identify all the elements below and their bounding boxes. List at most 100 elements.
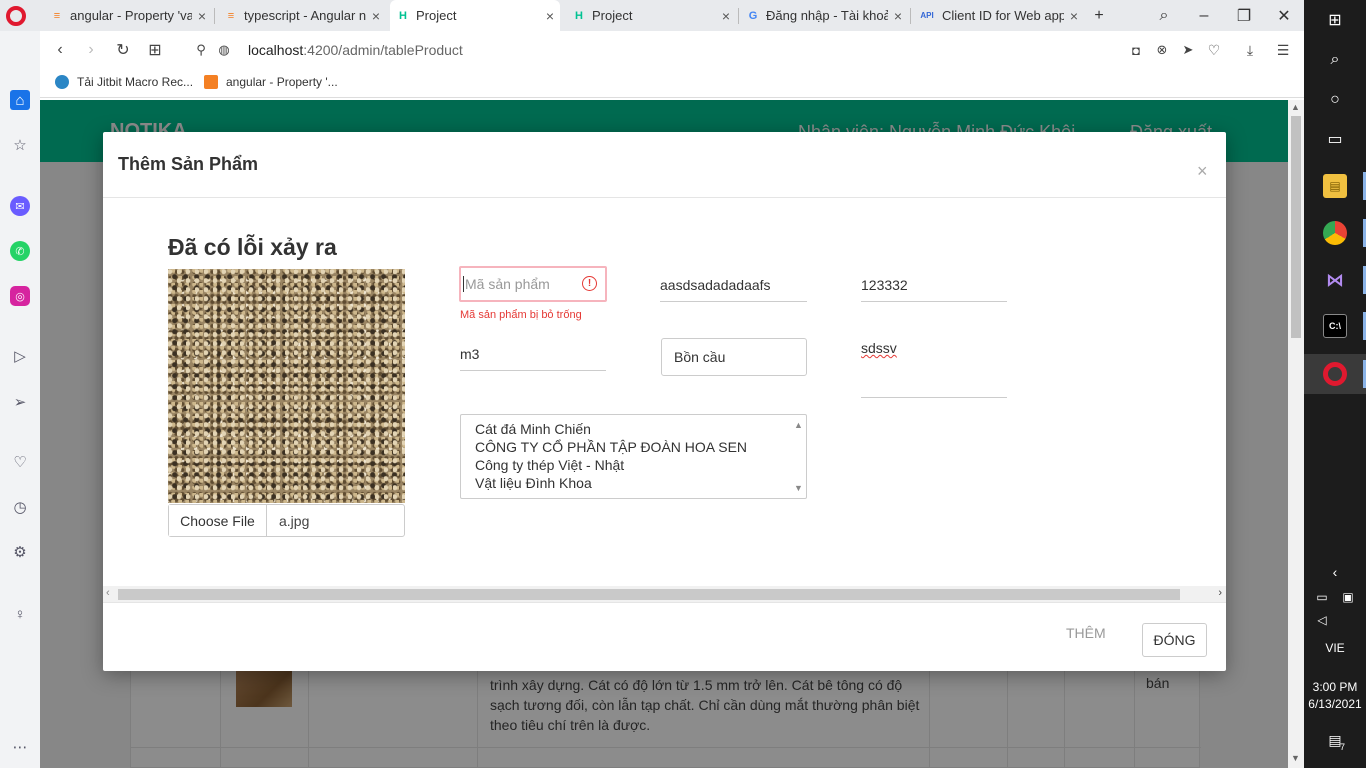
download-icon[interactable]: ⤓ — [1239, 39, 1261, 61]
url-field[interactable]: localhost:4200/admin/tableProduct — [248, 42, 463, 58]
visual-studio-icon[interactable]: ⋈ — [1323, 268, 1347, 292]
tab-typescript-angular[interactable]: ≡ typescript - Angular nc × — [218, 0, 386, 31]
chrome-icon[interactable] — [1323, 221, 1347, 245]
send-icon[interactable]: ➤ — [1177, 39, 1199, 61]
product-code-input[interactable]: Mã sản phẩm ! — [459, 266, 607, 302]
category-select[interactable]: Bồn cầu — [661, 338, 807, 376]
file-explorer-icon[interactable]: ▤ — [1323, 174, 1347, 198]
forward-icon[interactable]: › — [80, 39, 102, 61]
supplier-option[interactable]: Vật liệu Đình Khoa — [475, 474, 784, 492]
modal-horizontal-scrollbar[interactable]: ‹ › — [103, 586, 1226, 602]
supplier-listbox[interactable]: Cát đá Minh Chiến CÔNG TY CỔ PHẦN TẬP ĐO… — [460, 414, 807, 499]
tab-client-id[interactable]: API Client ID for Web appl × — [912, 0, 1084, 31]
supplier-option[interactable]: Công ty thép Việt - Nhật — [475, 456, 784, 474]
settings-icon[interactable]: ⚙ — [10, 542, 30, 562]
google-g-icon: G — [748, 9, 758, 22]
scroll-right-icon[interactable]: › — [1218, 587, 1222, 599]
lightbulb-icon[interactable]: ♀ — [10, 604, 30, 624]
add-button[interactable]: THÊM — [1066, 625, 1106, 641]
restore-icon[interactable]: ❐ — [1232, 4, 1256, 28]
bookmarks-bar: Tải Jitbit Macro Rec... angular - Proper… — [40, 69, 1304, 98]
product-price-input[interactable]: 123332 — [861, 268, 1007, 302]
product-unit-input[interactable]: m3 — [460, 337, 606, 371]
add-product-modal: Thêm Sản Phẩm × Đã có lỗi xảy ra Choose … — [103, 132, 1226, 671]
volume-icon[interactable]: ◁ — [1310, 608, 1334, 632]
close-button[interactable]: ĐÓNG — [1142, 623, 1207, 657]
notification-count: 7 — [1340, 742, 1346, 752]
back-icon[interactable]: ‹ — [49, 39, 71, 61]
history-icon[interactable]: ◷ — [10, 497, 30, 517]
search-tabs-icon[interactable]: ⌕ — [1152, 4, 1176, 28]
api-icon: API — [920, 11, 934, 20]
network-icon[interactable]: ▣ — [1336, 585, 1360, 609]
tab-project-active[interactable]: H Project × — [390, 0, 560, 31]
speed-dial-icon[interactable]: ⊞ — [144, 39, 166, 61]
address-bar: ‹ › ↻ ⊞ ⚲ ◍ localhost:4200/admin/tablePr… — [40, 31, 1304, 69]
modal-body: Đã có lỗi xảy ra Choose File a.jpg Mã sả… — [103, 198, 1226, 602]
file-input[interactable]: Choose File a.jpg — [168, 504, 405, 537]
battery-icon[interactable]: ▭ — [1310, 585, 1334, 609]
opera-taskbar-icon[interactable] — [1323, 362, 1347, 386]
terminal-icon[interactable]: C:\ — [1323, 314, 1347, 338]
globe-icon: ◍ — [218, 42, 230, 57]
product-description-input[interactable]: sdssv — [861, 334, 1007, 398]
stackoverflow-icon: ≡ — [227, 9, 235, 22]
clock-time[interactable]: 3:00 PM — [1304, 680, 1366, 694]
site-search-icon[interactable]: ⚲ — [190, 39, 212, 61]
player-icon[interactable]: ▷ — [10, 346, 30, 366]
bookmark-angular-property[interactable]: angular - Property '... — [204, 75, 338, 89]
window-close-icon[interactable]: ✕ — [1272, 4, 1296, 28]
language-indicator[interactable]: VIE — [1304, 641, 1366, 655]
tab-angular-property[interactable]: ≡ angular - Property 'val × — [44, 0, 212, 31]
opera-sidebar: ⌂ ☆ ✉ ✆ ◎ ▷ ➢ ♡ ◷ ⚙ ♀ ⋯ — [0, 31, 40, 768]
supplier-option[interactable]: Cát đá Minh Chiến — [475, 420, 784, 438]
bookmark-jitbit[interactable]: Tải Jitbit Macro Rec... — [55, 75, 193, 89]
scrollbar-thumb[interactable] — [118, 589, 1180, 600]
modal-header: Thêm Sản Phẩm × — [103, 132, 1226, 198]
close-tab-icon[interactable]: × — [722, 8, 730, 24]
tab-project[interactable]: H Project × — [566, 0, 736, 31]
close-tab-icon[interactable]: × — [198, 8, 206, 24]
product-image-preview — [168, 269, 405, 503]
text-caret — [463, 276, 464, 292]
instagram-icon[interactable]: ◎ — [10, 286, 30, 306]
scroll-up-icon[interactable]: ▲ — [794, 416, 803, 434]
close-tab-icon[interactable]: × — [1070, 8, 1078, 24]
more-icon[interactable]: ⋯ — [10, 737, 30, 757]
search-icon[interactable]: ⌕ — [1323, 48, 1347, 72]
choose-file-button[interactable]: Choose File — [169, 505, 267, 536]
bookmarks-icon[interactable]: ☆ — [10, 135, 30, 155]
new-tab-icon[interactable]: + — [1087, 4, 1111, 28]
notika-h-icon: H — [575, 9, 583, 22]
scroll-down-icon[interactable]: ▼ — [794, 479, 803, 497]
close-tab-icon[interactable]: × — [372, 8, 380, 24]
error-heading: Đã có lỗi xảy ra — [168, 234, 337, 260]
whatsapp-icon[interactable]: ✆ — [10, 241, 30, 261]
heart-sidebar-icon[interactable]: ♡ — [10, 452, 30, 472]
home-icon[interactable]: ⌂ — [10, 90, 30, 110]
show-hidden-icons-icon[interactable]: ‹ — [1323, 560, 1347, 584]
heart-icon[interactable]: ♡ — [1203, 39, 1225, 61]
modal-footer: THÊM ĐÓNG — [103, 602, 1226, 671]
adblock-icon[interactable]: ⊗ — [1151, 39, 1173, 61]
task-view-icon[interactable]: ▭ — [1323, 127, 1347, 151]
cortana-icon[interactable]: ○ — [1323, 88, 1347, 112]
easy-setup-icon[interactable]: ☰ — [1272, 39, 1294, 61]
supplier-option[interactable]: CÔNG TY CỔ PHẦN TẬP ĐOÀN HOA SEN — [475, 438, 784, 456]
close-tab-icon[interactable]: × — [546, 8, 554, 24]
product-name-input[interactable]: aasdsadadadaafs — [660, 268, 807, 302]
minimize-icon[interactable]: – — [1192, 4, 1216, 28]
camera-icon[interactable]: ◘ — [1125, 39, 1147, 61]
reload-icon[interactable]: ↻ — [112, 39, 134, 61]
modal-close-icon[interactable]: × — [1197, 161, 1208, 182]
tab-google-login[interactable]: G Đăng nhập - Tài khoản × — [740, 0, 908, 31]
page-scrollbar[interactable]: ▲ ▼ — [1288, 100, 1304, 768]
send-sidebar-icon[interactable]: ➢ — [10, 392, 30, 412]
close-tab-icon[interactable]: × — [894, 8, 902, 24]
clock-date[interactable]: 6/13/2021 — [1304, 697, 1366, 711]
opera-menu-icon[interactable] — [6, 6, 26, 26]
messenger-icon[interactable]: ✉ — [10, 196, 30, 216]
scroll-left-icon[interactable]: ‹ — [106, 587, 110, 599]
listbox-scrollbar[interactable]: ▲ ▼ — [791, 416, 805, 497]
windows-start-icon[interactable]: ⊞ — [1323, 8, 1347, 32]
